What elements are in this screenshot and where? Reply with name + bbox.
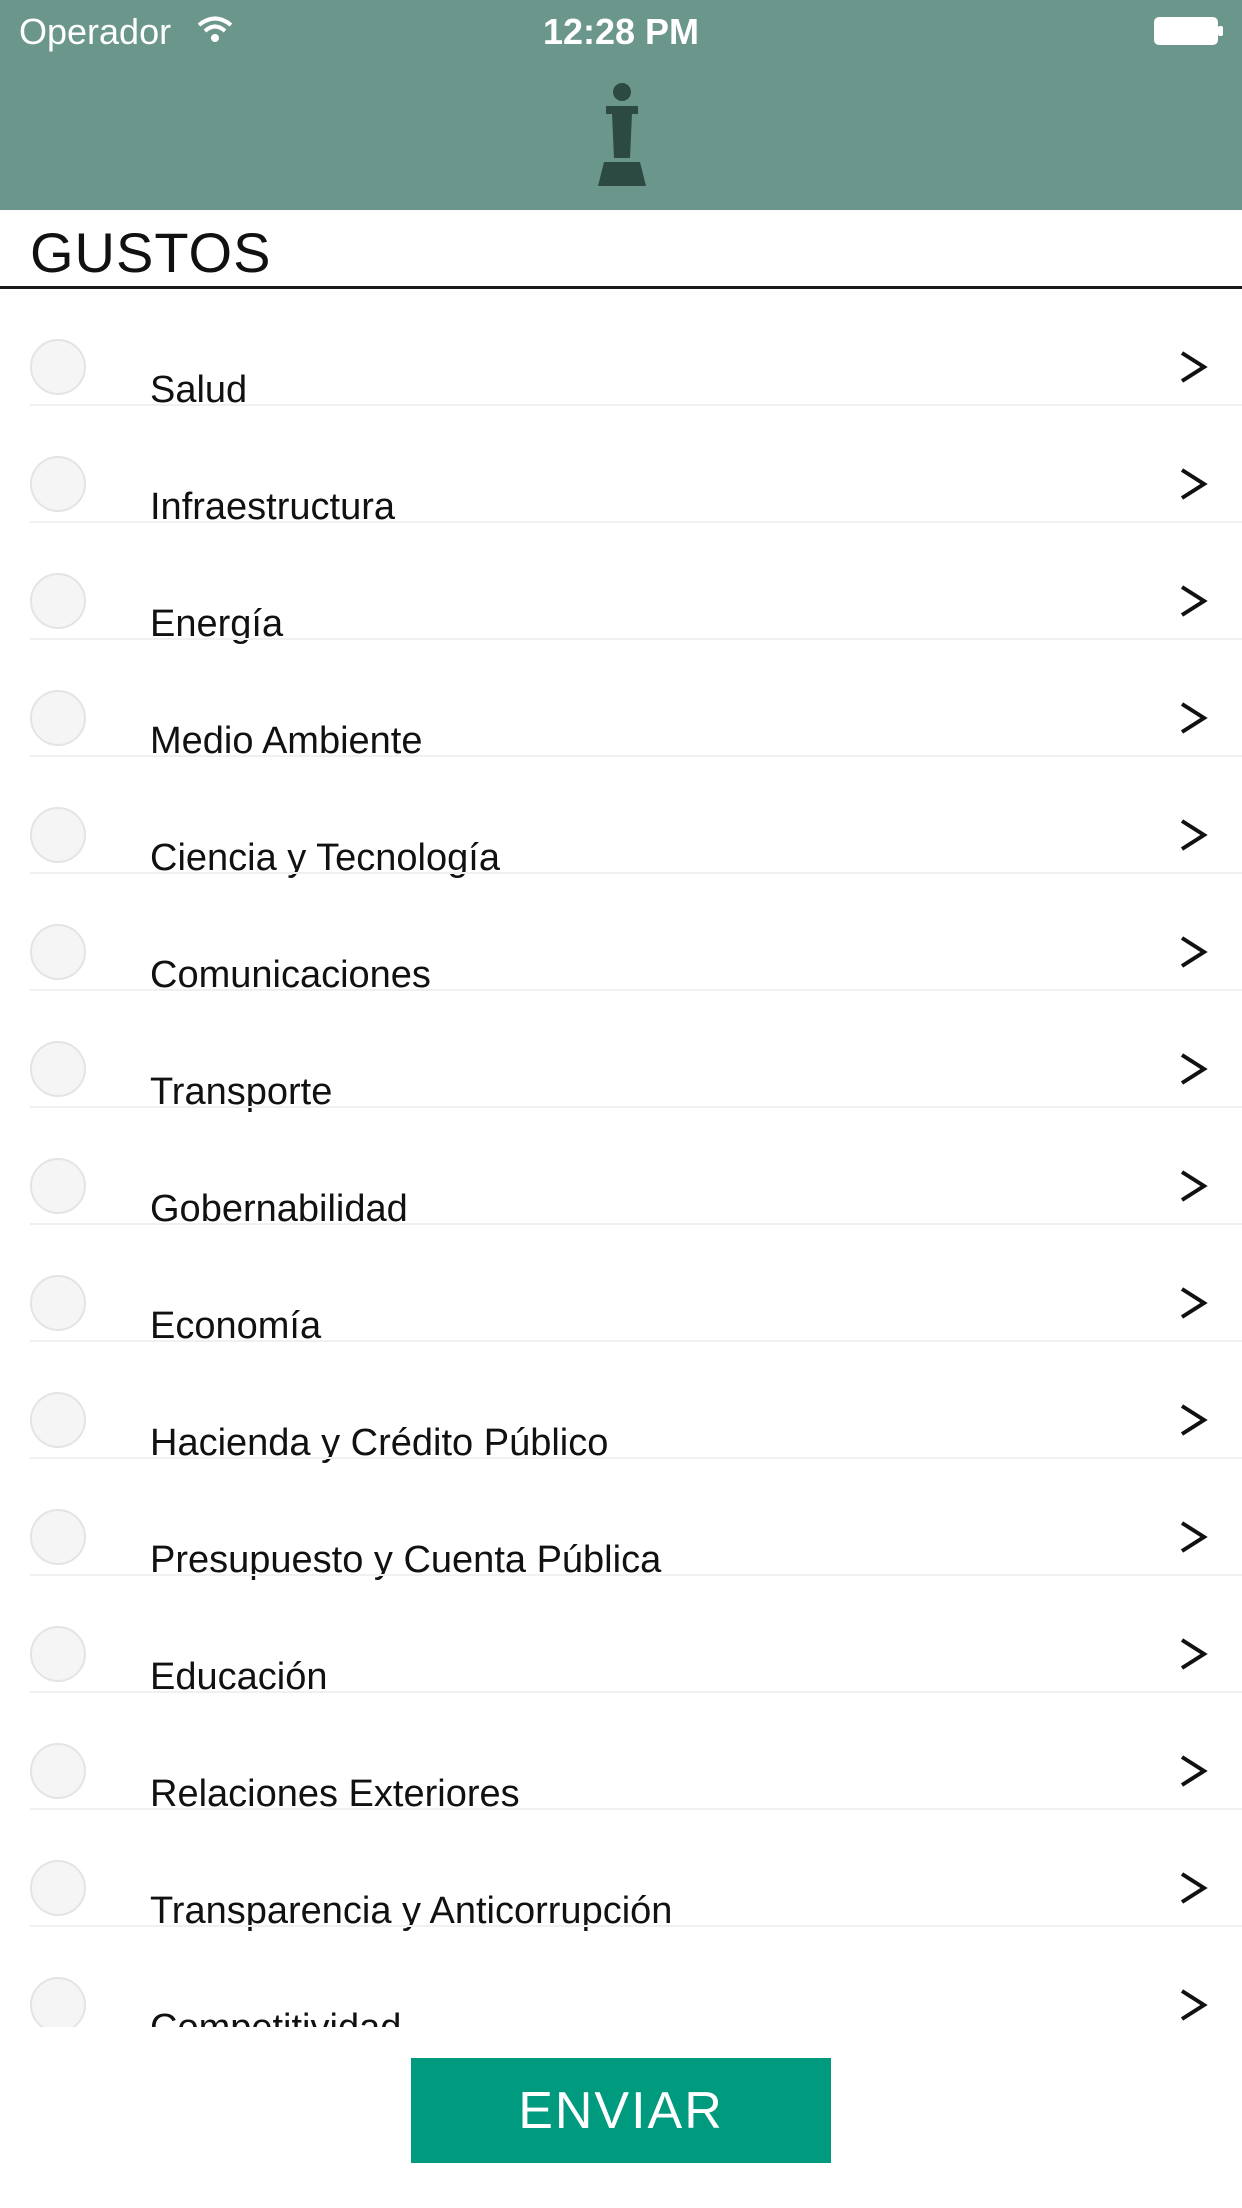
chevron-right-icon <box>1180 1989 1208 2021</box>
chevron-right-icon <box>1180 1521 1208 1553</box>
list-item-label: Competitividad <box>150 2007 401 2027</box>
radio-button[interactable] <box>30 339 86 395</box>
chevron-right-icon <box>1180 1872 1208 1904</box>
list-item[interactable]: Presupuesto y Cuenta Pública <box>0 1459 1242 1581</box>
chevron-right-icon <box>1180 1053 1208 1085</box>
list-item[interactable]: Ciencia y Tecnología <box>0 757 1242 879</box>
radio-button[interactable] <box>30 1509 86 1565</box>
radio-button[interactable] <box>30 1860 86 1916</box>
list-item[interactable]: Transparencia y Anticorrupción <box>0 1810 1242 1932</box>
section-header: GUSTOS <box>0 210 1242 289</box>
list-item[interactable]: Relaciones Exteriores <box>0 1693 1242 1815</box>
list-item[interactable]: Energía <box>0 523 1242 645</box>
list-item[interactable]: Comunicaciones <box>0 874 1242 996</box>
radio-button[interactable] <box>30 1392 86 1448</box>
chevron-right-icon <box>1180 819 1208 851</box>
radio-button[interactable] <box>30 924 86 980</box>
status-time: 12:28 PM <box>542 11 700 52</box>
radio-button[interactable] <box>30 807 86 863</box>
list-item[interactable]: Salud <box>0 289 1242 411</box>
list-item[interactable]: Economía <box>0 1225 1242 1347</box>
topics-list[interactable]: Salud Infraestructura Energía Medio Ambi… <box>0 289 1242 2027</box>
chevron-right-icon <box>1180 585 1208 617</box>
chevron-right-icon <box>1180 1170 1208 1202</box>
list-item[interactable]: Hacienda y Crédito Público <box>0 1342 1242 1464</box>
list-item[interactable]: Gobernabilidad <box>0 1108 1242 1230</box>
chevron-right-icon <box>1180 1287 1208 1319</box>
radio-button[interactable] <box>30 690 86 746</box>
radio-button[interactable] <box>30 573 86 629</box>
list-item[interactable]: Transporte <box>0 991 1242 1113</box>
radio-button[interactable] <box>30 1041 86 1097</box>
list-item[interactable]: Medio Ambiente <box>0 640 1242 762</box>
chevron-right-icon <box>1180 468 1208 500</box>
battery-icon <box>1154 17 1223 45</box>
top-bar: Operador 12:28 PM <box>0 0 1242 210</box>
radio-button[interactable] <box>30 456 86 512</box>
chevron-right-icon <box>1180 351 1208 383</box>
chevron-right-icon <box>1180 1638 1208 1670</box>
chevron-right-icon <box>1180 936 1208 968</box>
chevron-right-icon <box>1180 702 1208 734</box>
radio-button[interactable] <box>30 1626 86 1682</box>
chevron-right-icon <box>1180 1755 1208 1787</box>
radio-button[interactable] <box>30 1977 86 2027</box>
radio-button[interactable] <box>30 1743 86 1799</box>
page-title: GUSTOS <box>30 221 272 284</box>
chevron-right-icon <box>1180 1404 1208 1436</box>
list-item[interactable]: Infraestructura <box>0 406 1242 528</box>
info-chess-piece-icon <box>598 83 646 186</box>
radio-button[interactable] <box>30 1158 86 1214</box>
list-item[interactable]: Educación <box>0 1576 1242 1698</box>
list-item[interactable]: Competitividad <box>0 1927 1242 2027</box>
send-button[interactable]: ENVIAR <box>411 2058 831 2163</box>
radio-button[interactable] <box>30 1275 86 1331</box>
